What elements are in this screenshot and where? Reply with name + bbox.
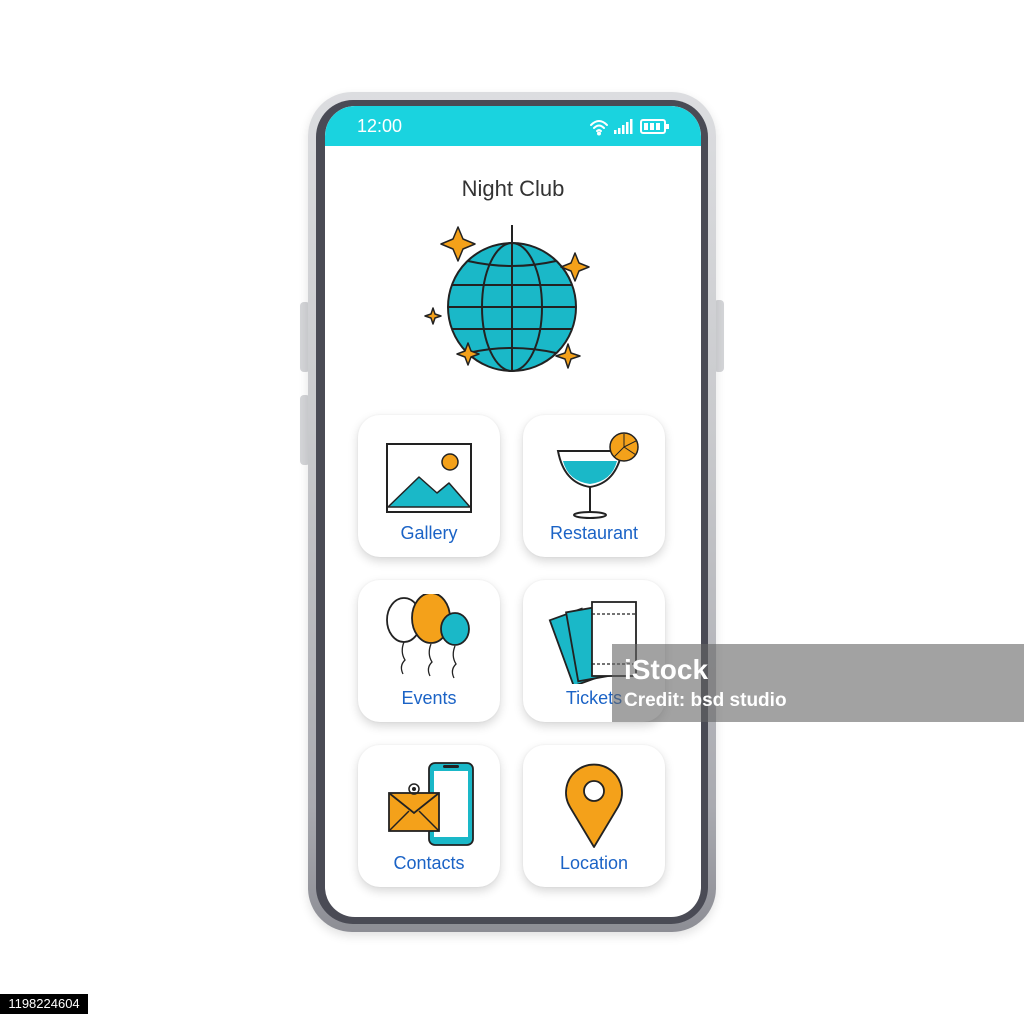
events-label: Events [401, 688, 457, 708]
cocktail-glass-icon [544, 429, 644, 519]
gallery-image-icon [379, 429, 479, 519]
wifi-icon [590, 120, 608, 136]
watermark-logo: iStock [624, 654, 709, 685]
status-icons [589, 118, 671, 141]
contacts-card[interactable]: Contacts [358, 745, 500, 887]
gallery-card[interactable]: Gallery [358, 415, 500, 557]
disco-ball-icon [420, 221, 600, 391]
watermark-credit: Credit: bsd studio [624, 690, 787, 711]
page-title: Night Club [461, 176, 565, 201]
location-label: Location [559, 853, 629, 873]
signal-icon [614, 119, 633, 134]
map-pin-icon [544, 759, 644, 849]
location-card[interactable]: Location [523, 745, 665, 887]
restaurant-card[interactable]: Restaurant [523, 415, 665, 557]
gallery-label: Gallery [400, 523, 458, 543]
events-card[interactable]: Events [358, 580, 500, 722]
contacts-label: Contacts [393, 853, 465, 873]
stock-id-label: 1198224604 [0, 994, 88, 1014]
watermark-banner: iStock Credit: bsd studio [612, 644, 1024, 722]
status-bar: 12:00 [325, 106, 701, 146]
status-time: 12:00 [357, 116, 403, 136]
battery-icon [640, 119, 669, 134]
phone-screen: 12:00 Night Club Gallery Restaurant Even… [325, 106, 701, 917]
restaurant-label: Restaurant [549, 523, 639, 543]
phone-mail-icon [379, 759, 479, 849]
balloons-icon [379, 592, 479, 684]
